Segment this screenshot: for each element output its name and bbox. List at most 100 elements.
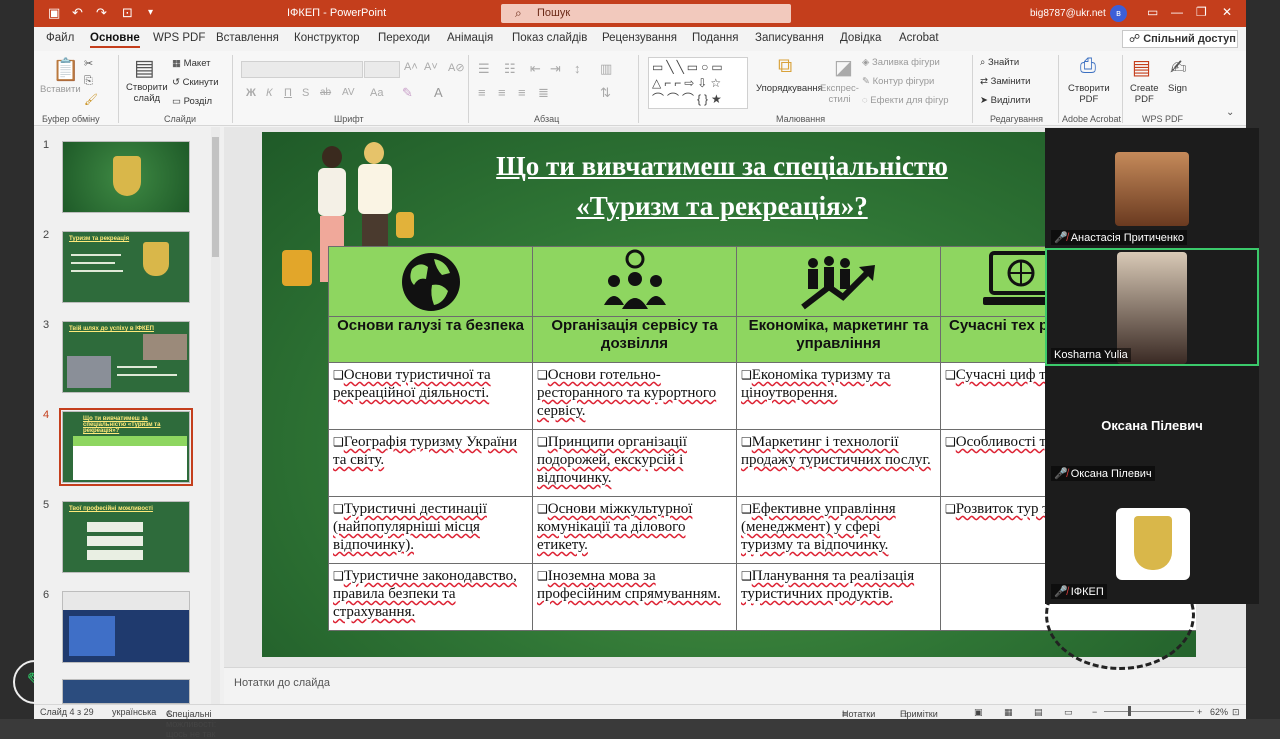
zoom-slider-handle[interactable] bbox=[1128, 706, 1131, 716]
undo-icon[interactable]: ↶ bbox=[72, 5, 83, 21]
bullets-icon[interactable]: ☰ bbox=[478, 61, 490, 77]
scrollbar-thumb[interactable] bbox=[212, 137, 219, 257]
create-pdf-icon[interactable]: ⎙ bbox=[1080, 55, 1096, 78]
close-icon[interactable]: ✕ bbox=[1222, 5, 1232, 19]
numbering-icon[interactable]: ☷ bbox=[504, 61, 516, 77]
align-right-icon[interactable]: ≡ bbox=[518, 85, 526, 100]
slide-thumbnail-4[interactable]: Що ти вивчатимеш за спеціальністю «Туриз… bbox=[59, 408, 193, 486]
section-button[interactable]: ▭ Розділ bbox=[172, 96, 212, 107]
tab-transitions[interactable]: Переходи bbox=[378, 32, 430, 44]
zoom-slider[interactable] bbox=[1104, 711, 1194, 712]
slide-thumbnail-2[interactable]: Туризм та рекреація bbox=[62, 231, 190, 303]
paste-icon[interactable]: 📋 bbox=[52, 57, 79, 83]
collapse-ribbon-icon[interactable]: ⌄ bbox=[1226, 107, 1234, 118]
font-family-select[interactable] bbox=[241, 61, 363, 78]
cut-icon[interactable]: ✂ bbox=[84, 57, 93, 70]
increase-font-icon[interactable]: A˄ bbox=[404, 61, 418, 73]
underline-button[interactable]: П bbox=[284, 87, 292, 99]
font-color-icon[interactable]: A bbox=[434, 85, 443, 100]
slide-sorter-icon[interactable]: ▦ bbox=[1004, 707, 1013, 718]
language-indicator[interactable]: українська bbox=[112, 707, 156, 717]
slide-title[interactable]: Що ти вивчатимеш за спеціальністю «Туриз… bbox=[422, 146, 1022, 226]
tab-wps-pdf[interactable]: WPS PDF bbox=[153, 32, 205, 44]
quick-styles-button[interactable]: Експрес-стилі bbox=[820, 83, 859, 105]
normal-view-icon[interactable]: ▣ bbox=[974, 707, 983, 718]
line-spacing-icon[interactable]: ↕ bbox=[574, 61, 581, 76]
tab-record[interactable]: Записування bbox=[755, 32, 824, 44]
text-direction-icon[interactable]: ⇅ bbox=[600, 85, 611, 101]
fit-to-window-icon[interactable]: ⊡ bbox=[1232, 707, 1240, 718]
tab-slideshow[interactable]: Показ слайдів bbox=[512, 32, 587, 44]
redo-icon[interactable]: ↷ bbox=[96, 5, 107, 21]
shapes-gallery[interactable]: ▭╲╲▭○▭ △⌐⌐⇨⇩☆ ⌒⌒⌒{}★ bbox=[648, 57, 748, 109]
account-email[interactable]: big8787@ukr.net bbox=[1030, 8, 1106, 19]
sign-icon[interactable]: ✍ bbox=[1170, 55, 1187, 80]
slide-thumbnail-6[interactable] bbox=[62, 591, 190, 663]
zoom-level[interactable]: 62% bbox=[1210, 707, 1228, 717]
font-size-select[interactable] bbox=[364, 61, 400, 78]
present-icon[interactable]: ⊡ bbox=[122, 5, 133, 21]
indent-icon[interactable]: ⇤ bbox=[530, 61, 541, 77]
slide-thumbnail-3[interactable]: Твій шлях до успіху в ІФКЕП bbox=[62, 321, 190, 393]
outdent-icon[interactable]: ⇥ bbox=[550, 61, 561, 77]
format-painter-icon[interactable]: 🖌 bbox=[84, 93, 98, 106]
tab-review[interactable]: Рецензування bbox=[602, 32, 677, 44]
tab-help[interactable]: Довідка bbox=[840, 32, 881, 44]
zoom-out-icon[interactable]: − bbox=[1092, 707, 1097, 717]
justify-icon[interactable]: ≣ bbox=[538, 85, 549, 101]
create-pdf-button[interactable]: Створити PDF bbox=[1068, 83, 1110, 105]
decrease-font-icon[interactable]: A˅ bbox=[424, 61, 438, 73]
bold-button[interactable]: Ж bbox=[246, 87, 256, 99]
layout-button[interactable]: ▦ Макет bbox=[172, 58, 211, 69]
shape-effects-button[interactable]: ◌ Ефекти для фігур bbox=[862, 95, 948, 106]
slide-thumbnail-5[interactable]: Твої професійні можливості bbox=[62, 501, 190, 573]
new-slide-button[interactable]: Створити слайд bbox=[126, 82, 168, 104]
highlight-icon[interactable]: ✎ bbox=[402, 85, 413, 101]
tab-file[interactable]: Файл bbox=[46, 32, 74, 44]
thumbnails-scrollbar[interactable] bbox=[211, 127, 220, 704]
strikethrough-button[interactable]: ab bbox=[320, 87, 331, 98]
tab-insert[interactable]: Вставлення bbox=[216, 32, 279, 44]
customize-toolbar-icon[interactable]: ▾ bbox=[148, 7, 153, 18]
participant-tile-active[interactable]: Kosharna Yulia bbox=[1045, 248, 1259, 366]
wps-create-pdf-icon[interactable]: ▤ bbox=[1132, 55, 1151, 80]
paste-button[interactable]: Вставити bbox=[40, 84, 81, 95]
notes-pane[interactable]: Нотатки до слайда bbox=[224, 667, 1246, 704]
align-center-icon[interactable]: ≡ bbox=[498, 85, 506, 100]
ribbon-display-icon[interactable]: ▭ bbox=[1147, 5, 1158, 19]
align-left-icon[interactable]: ≡ bbox=[478, 85, 486, 100]
tab-view[interactable]: Подання bbox=[692, 32, 738, 44]
shadow-button[interactable]: S bbox=[302, 87, 309, 99]
shape-fill-button[interactable]: ◈ Заливка фігури bbox=[862, 57, 940, 68]
select-button[interactable]: ➤ Виділити bbox=[980, 95, 1030, 106]
slide-thumbnail-7[interactable] bbox=[62, 679, 190, 704]
reading-view-icon[interactable]: ▤ bbox=[1034, 707, 1043, 718]
tab-design[interactable]: Конструктор bbox=[294, 32, 360, 44]
participant-tile[interactable]: Оксана Пілевич 🎤̸ Оксана Пілевич bbox=[1045, 368, 1259, 486]
slide-thumbnail-1[interactable] bbox=[62, 141, 190, 213]
italic-button[interactable]: К bbox=[266, 87, 272, 99]
share-button[interactable]: ☍ Спільний доступ bbox=[1122, 30, 1238, 48]
arrange-button[interactable]: Упорядкування bbox=[756, 83, 823, 94]
tab-acrobat[interactable]: Acrobat bbox=[899, 32, 939, 44]
columns-icon[interactable]: ▥ bbox=[600, 61, 612, 77]
clear-formatting-icon[interactable]: A⊘ bbox=[448, 61, 465, 74]
character-spacing-button[interactable]: AV bbox=[342, 87, 355, 98]
copy-icon[interactable]: ⎘ bbox=[84, 75, 93, 88]
sign-button[interactable]: Sign bbox=[1168, 83, 1187, 94]
reset-button[interactable]: ↺ Скинути bbox=[172, 77, 219, 88]
quick-styles-icon[interactable]: ◪ bbox=[834, 55, 853, 80]
tab-animations[interactable]: Анімація bbox=[447, 32, 493, 44]
arrange-icon[interactable]: ⧉ bbox=[778, 55, 792, 78]
new-slide-icon[interactable]: ▤ bbox=[134, 55, 155, 81]
minimize-icon[interactable]: — bbox=[1171, 5, 1183, 19]
account-avatar[interactable]: в bbox=[1110, 5, 1127, 22]
search-input[interactable]: ⌕ Пошук bbox=[501, 4, 791, 23]
zoom-in-icon[interactable]: + bbox=[1197, 707, 1202, 717]
tab-home[interactable]: Основне bbox=[90, 32, 140, 48]
save-icon[interactable]: ▣ bbox=[48, 5, 60, 21]
find-button[interactable]: ⌕ Знайти bbox=[980, 57, 1019, 68]
replace-button[interactable]: ⇄ Замінити bbox=[980, 76, 1030, 87]
participant-tile[interactable]: 🎤̸ ІФКЕП bbox=[1045, 488, 1259, 604]
shape-outline-button[interactable]: ✎ Контур фігури bbox=[862, 76, 934, 87]
